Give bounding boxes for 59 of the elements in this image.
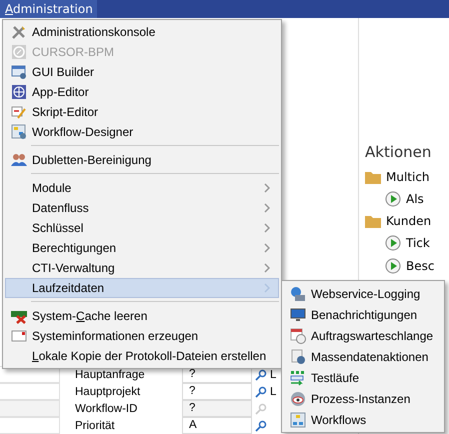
flowchart-icon — [11, 124, 27, 140]
action-label[interactable]: Besc — [406, 259, 434, 273]
menu-item[interactable]: Skript-Editor — [5, 102, 279, 122]
menu-item[interactable]: Lokale Kopie der Protokoll-Dateien erstellen — [5, 346, 279, 366]
menu-item[interactable]: GUI Builder — [5, 62, 279, 82]
menu-item[interactable]: Massendatenaktionen — [284, 346, 442, 367]
input-field[interactable]: ? — [182, 383, 252, 400]
calendar-clock-icon — [290, 328, 306, 344]
menu-item[interactable]: Workflow-Designer — [5, 122, 279, 142]
search-icon[interactable] — [255, 386, 267, 398]
menu-item[interactable]: Laufzeitdaten — [5, 278, 279, 298]
field-label: Hauptanfrage — [75, 368, 146, 380]
play-icon[interactable] — [385, 258, 401, 274]
monitor-icon — [290, 306, 306, 322]
numbers-arrow-icon — [290, 370, 306, 386]
menu-item[interactable]: Administrationskonsole — [5, 22, 279, 42]
envelope-icon — [11, 328, 27, 344]
field-label: Priorität — [75, 420, 116, 432]
play-icon[interactable] — [385, 191, 401, 207]
folder-icon — [365, 214, 381, 228]
menu-item[interactable]: Auftragswarteschlange — [284, 325, 442, 346]
menu-item[interactable]: CTI-Verwaltung — [5, 258, 279, 278]
folder-label[interactable]: Multich — [386, 170, 430, 184]
field-label: Workflow-ID — [75, 402, 138, 414]
field-text: L — [270, 386, 276, 398]
script-pencil-icon — [11, 104, 27, 120]
input-field[interactable] — [0, 383, 60, 400]
input-field[interactable] — [0, 417, 60, 434]
workflow-icon — [290, 412, 306, 428]
menu-item[interactable]: Workflows — [284, 409, 442, 430]
field-text: L — [270, 368, 276, 380]
menu-item[interactable]: Systeminformationen erzeugen — [5, 326, 279, 346]
play-icon[interactable] — [385, 235, 401, 251]
menu-item[interactable]: Testläufe — [284, 367, 442, 388]
action-label[interactable]: Als — [406, 192, 424, 206]
menu-item[interactable]: Dubletten-Bereinigung — [5, 150, 279, 170]
users-icon — [11, 152, 27, 168]
panel-title: Aktionen — [365, 143, 432, 161]
menubar-item[interactable]: Administration — [0, 0, 97, 18]
menu-item[interactable]: Webservice-Logging — [284, 283, 442, 304]
field-label: Hauptprojekt — [75, 386, 142, 398]
folder-icon — [365, 170, 381, 184]
input-field[interactable]: ? — [182, 400, 252, 417]
action-label[interactable]: Tick — [406, 236, 430, 250]
input-field[interactable] — [0, 400, 60, 417]
menu-item[interactable]: Benachrichtigungen — [284, 304, 442, 325]
menu-item[interactable]: Berechtigungen — [5, 238, 279, 258]
menu-item[interactable]: App-Editor — [5, 82, 279, 102]
menu-item[interactable]: Schlüssel — [5, 218, 279, 238]
memory-delete-icon — [11, 308, 27, 324]
menu-item[interactable]: System-Cache leeren — [5, 306, 279, 326]
menu-item[interactable]: Datenfluss — [5, 198, 279, 218]
search-icon[interactable] — [255, 368, 267, 380]
search-icon[interactable] — [255, 420, 267, 432]
input-field[interactable]: A — [182, 417, 252, 434]
folder-label[interactable]: Kunden — [386, 214, 432, 228]
menu-item[interactable]: Prozess-Instanzen — [284, 388, 442, 409]
menu-item[interactable]: Module — [5, 178, 279, 198]
globe-icon — [11, 84, 27, 100]
